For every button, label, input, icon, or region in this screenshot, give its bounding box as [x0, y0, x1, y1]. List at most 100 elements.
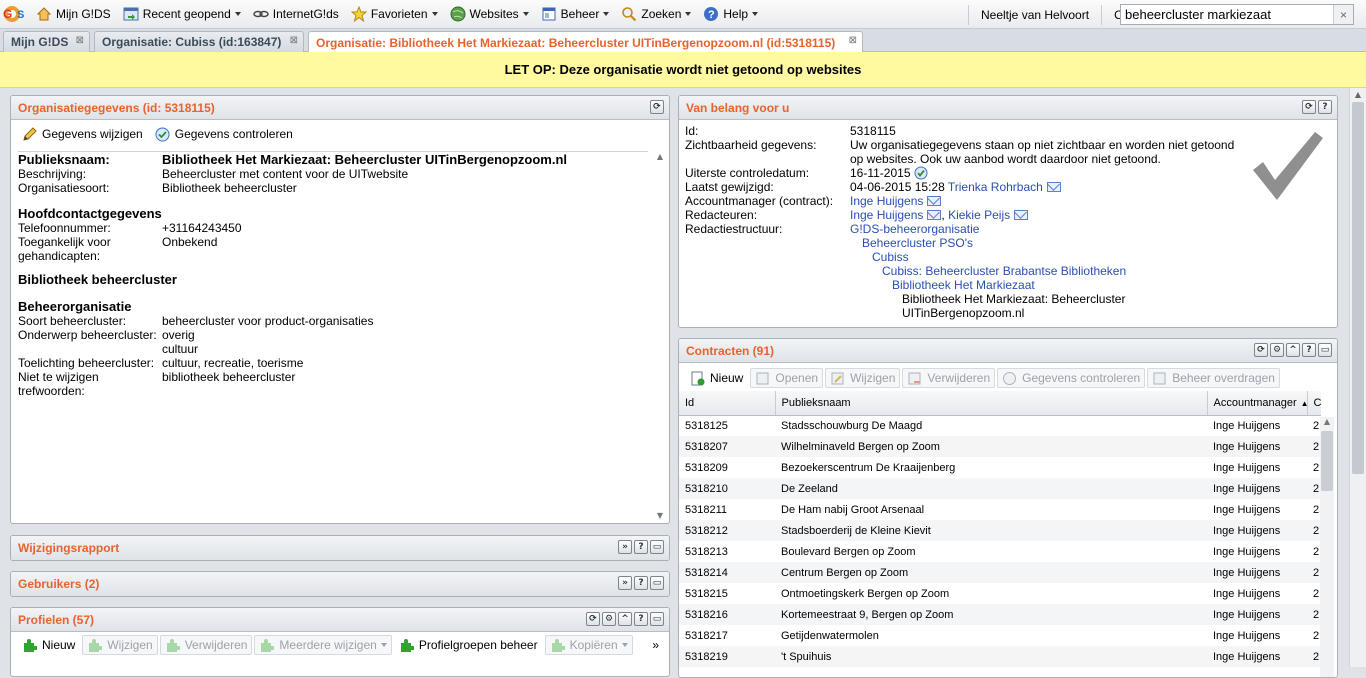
field-value: cultuur, recreatie, toerisme	[162, 356, 304, 370]
button-label: Meerdere wijzigen	[279, 638, 377, 652]
menu-recent-geopend[interactable]: Recent geopend	[117, 0, 247, 29]
refresh-icon[interactable]: ⟳	[1302, 100, 1316, 114]
structure-node[interactable]: G!DS-beheerorganisatie	[850, 222, 1245, 236]
structure-node[interactable]: Bibliotheek Het Markiezaat	[850, 278, 1245, 292]
maximize-icon[interactable]: ▭	[650, 540, 664, 554]
structure-node[interactable]: Cubiss	[850, 250, 1245, 264]
scroll-thumb[interactable]	[1321, 431, 1333, 491]
mail-icon[interactable]	[927, 210, 942, 220]
table-row[interactable]: 5318210 De Zeeland Inge Huijgens 2	[679, 478, 1321, 499]
refresh-icon[interactable]: ⟳	[650, 100, 664, 114]
collapse-icon[interactable]: ^	[618, 612, 632, 626]
change-report-panel[interactable]: Wijzigingsrapport »? ▭	[10, 535, 670, 561]
panel-header: Contracten (91) ⟳ ⚙ ^? ▭	[679, 339, 1337, 363]
cell-id: 5318217	[685, 629, 728, 642]
user-link[interactable]: Inge Huijgens	[850, 194, 923, 208]
menu-internetgids[interactable]: InternetG!ds	[247, 0, 345, 29]
profile-groups-button[interactable]: Profielgroepen beheer	[394, 635, 543, 655]
user-link[interactable]: Inge Huijgens	[850, 208, 923, 222]
org-scrollbar[interactable]: ▲ ▼	[653, 152, 667, 522]
menu-mijn-gids[interactable]: Mijn G!DS	[30, 0, 117, 29]
tab-organisatie-cubiss[interactable]: Organisatie: Cubiss (id:163847) ⊠	[94, 31, 304, 52]
delete-profile-button[interactable]: Verwijderen	[159, 635, 253, 655]
clear-search-button[interactable]: ×	[1333, 5, 1353, 24]
collapse-icon[interactable]: ^	[1286, 343, 1300, 357]
edit-details-button[interactable]: Gegevens wijzigen	[17, 124, 148, 144]
gids-logo-icon[interactable]: GS	[0, 0, 30, 29]
table-row[interactable]: 5318216 Kortemeestraat 9, Bergen op Zoom I…	[679, 604, 1321, 625]
puzzle-green-icon	[399, 638, 415, 653]
scroll-up-icon[interactable]: ▲	[653, 152, 667, 161]
help-icon[interactable]: ?	[634, 612, 648, 626]
table-row[interactable]: 5318213 Boulevard Bergen op Zoom Inge Huij…	[679, 541, 1321, 562]
table-row[interactable]: 5318211 De Ham nabij Groot Arsenaal Inge H…	[679, 499, 1321, 520]
column-header-accountmanager[interactable]: Accountmanager ▲	[1207, 391, 1309, 416]
user-link[interactable]: Kiekie Peijs	[948, 208, 1010, 222]
help-icon[interactable]: ?	[634, 576, 648, 590]
transfer-management-button[interactable]: Beheer overdragen	[1147, 368, 1280, 388]
users-panel[interactable]: Gebruikers (2) »? ▭	[10, 571, 670, 597]
edit-profile-button[interactable]: Wijzigen	[82, 635, 158, 655]
help-icon[interactable]: ?	[1318, 100, 1332, 114]
table-row[interactable]: 5318207 Wilhelminaveld Bergen op Zoom Inge…	[679, 436, 1321, 457]
menu-favorieten[interactable]: Favorieten	[345, 0, 444, 29]
scroll-up-icon[interactable]: ▲	[1320, 417, 1334, 426]
table-row[interactable]: 5318219't Spuihuis Inge Huijgens 2	[679, 646, 1321, 667]
refresh-icon[interactable]: ⟳	[1254, 343, 1268, 357]
help-icon[interactable]: ?	[634, 540, 648, 554]
check-contract-button[interactable]: Gegevens controleren	[997, 368, 1146, 388]
close-tab-icon[interactable]: ⊠	[290, 35, 298, 46]
tab-organisatie-markiezaat[interactable]: Organisatie: Bibliotheek Het Markiezaat:…	[308, 31, 863, 53]
maximize-icon[interactable]: ▭	[650, 612, 664, 626]
scroll-down-icon[interactable]: ▼	[653, 511, 667, 520]
check-details-button[interactable]: Gegevens controleren	[150, 124, 298, 144]
settings-icon[interactable]: ⚙	[1270, 343, 1284, 357]
expand-icon[interactable]: »	[618, 576, 632, 590]
expand-icon[interactable]: »	[618, 540, 632, 554]
table-row[interactable]: 5318125 Stadsschouwburg De Maagd Inge Huij…	[679, 415, 1321, 436]
structure-node[interactable]: Beheercluster PSO's	[850, 236, 1245, 250]
maximize-icon[interactable]: ▭	[650, 576, 664, 590]
search-input[interactable]	[1121, 5, 1333, 24]
scroll-thumb[interactable]	[1352, 102, 1364, 474]
edit-contract-button[interactable]: Wijzigen	[825, 368, 901, 388]
delete-contract-button[interactable]: Verwijderen	[902, 368, 996, 388]
copy-profile-button[interactable]: Kopiëren	[544, 635, 633, 655]
menu-help[interactable]: ? Help	[697, 0, 764, 29]
contracts-scrollbar[interactable]: ▲	[1320, 417, 1334, 677]
user-link[interactable]: Trienka Rohrbach	[948, 180, 1043, 194]
table-row[interactable]: 5318214 Centrum Bergen op Zoom Inge Huijge…	[679, 562, 1321, 583]
menu-websites[interactable]: Websites	[444, 0, 535, 29]
field-laatst-gewijzigd: Laatst gewijzigd: 04-06-2015 15:28 Trienk…	[685, 180, 1245, 194]
more-tools-icon[interactable]: »	[652, 638, 659, 652]
table-row[interactable]: 5318212 Stadsboerderij de Kleine Kievit In…	[679, 520, 1321, 541]
close-tab-icon[interactable]: ⊠	[76, 35, 84, 46]
close-tab-icon[interactable]: ⊠	[849, 35, 857, 46]
new-profile-button[interactable]: Nieuw	[17, 635, 80, 655]
user-name[interactable]: Neeltje van Helvoort	[975, 0, 1095, 29]
new-contract-button[interactable]: Nieuw	[685, 368, 748, 388]
mail-icon[interactable]	[1046, 182, 1061, 192]
maximize-icon[interactable]: ▭	[1318, 343, 1332, 357]
tab-mijn-gids[interactable]: Mijn G!DS ⊠	[3, 31, 90, 52]
open-contract-button[interactable]: Openen	[750, 368, 824, 388]
bulk-edit-profiles-button[interactable]: Meerdere wijzigen	[254, 635, 392, 655]
scroll-up-icon[interactable]: ▲	[1350, 90, 1366, 99]
cell-accountmanager: Inge Huijgens	[1213, 629, 1281, 642]
column-header-contract[interactable]: Cont	[1307, 391, 1321, 416]
refresh-check-icon[interactable]	[914, 166, 928, 180]
menu-beheer[interactable]: Beheer	[535, 0, 616, 29]
refresh-icon[interactable]: ⟳	[586, 612, 600, 626]
column-header-publieksnaam[interactable]: Publieksnaam	[775, 391, 1208, 416]
table-row[interactable]: 5318215 Ontmoetingskerk Bergen op Zoom Ing…	[679, 583, 1321, 604]
column-header-id[interactable]: Id	[679, 391, 776, 416]
table-row[interactable]: 5318209 Bezoekerscentrum De Kraaijenberg I…	[679, 457, 1321, 478]
menu-zoeken[interactable]: Zoeken	[615, 0, 697, 29]
page-scrollbar[interactable]: ▲	[1349, 88, 1366, 667]
mail-icon[interactable]	[1014, 210, 1029, 220]
table-row[interactable]: 5318217 Getijdenwatermolen Inge Huijgens 2	[679, 625, 1321, 646]
mail-icon[interactable]	[927, 196, 942, 206]
structure-node[interactable]: Cubiss: Beheercluster Brabantse Biblioth…	[850, 264, 1245, 278]
settings-icon[interactable]: ⚙	[602, 612, 616, 626]
help-icon[interactable]: ?	[1302, 343, 1316, 357]
